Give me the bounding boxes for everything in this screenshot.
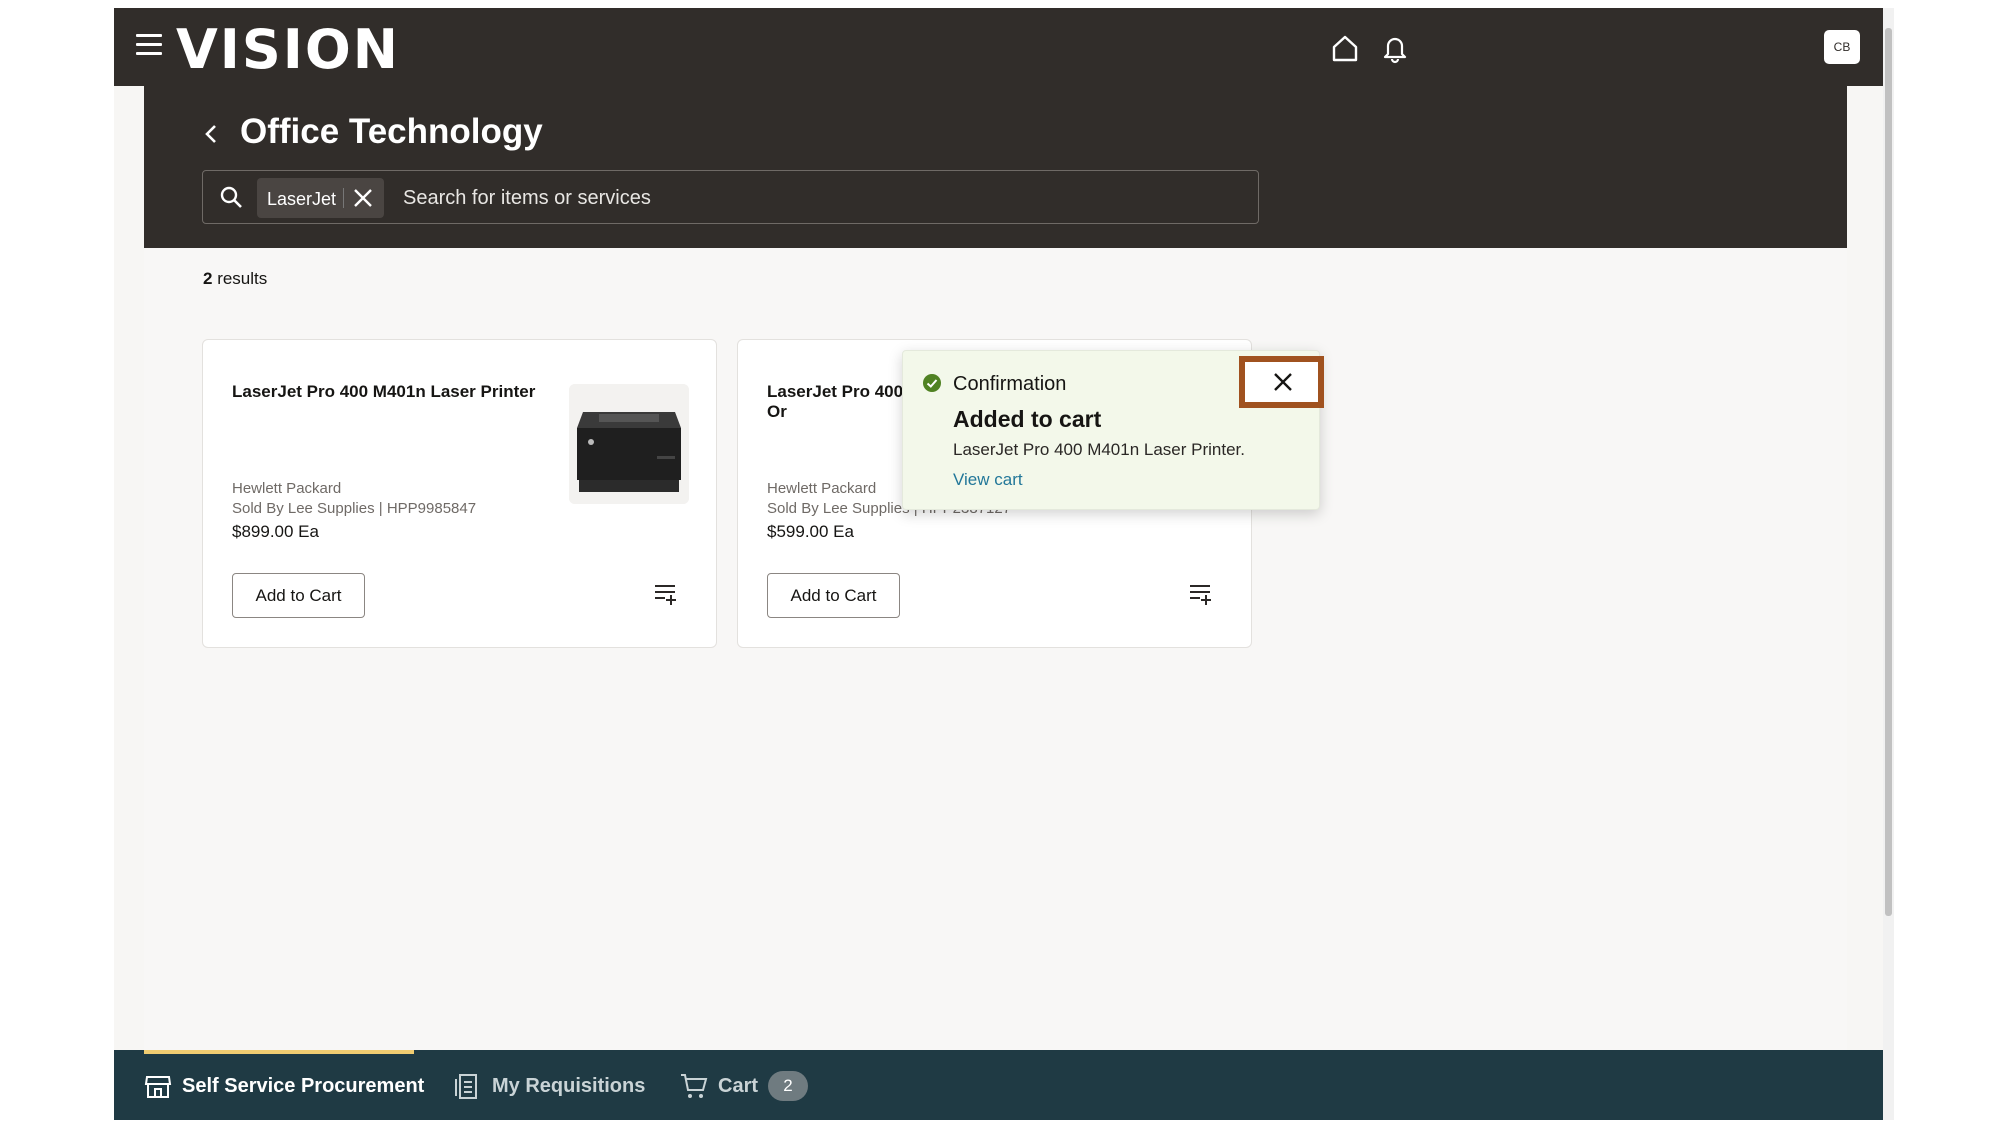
product-seller: Sold By Lee Supplies | HPP9985847 xyxy=(232,500,477,517)
top-bar: VISION CB xyxy=(114,8,1894,86)
store-icon xyxy=(144,1076,172,1098)
bottom-nav: Self Service Procurement My Requisitions… xyxy=(114,1050,1894,1120)
add-to-cart-button[interactable]: Add to Cart xyxy=(767,573,900,618)
search-filter-chip[interactable]: LaserJet xyxy=(257,178,384,218)
requisitions-icon xyxy=(455,1074,477,1099)
search-bar[interactable]: LaserJet xyxy=(202,170,1259,224)
nav-label: Self Service Procurement xyxy=(182,1075,425,1097)
product-brand: Hewlett Packard xyxy=(232,480,342,497)
nav-my-requisitions[interactable]: My Requisitions xyxy=(454,1050,646,1120)
nav-label: My Requisitions xyxy=(492,1075,646,1097)
view-cart-link[interactable]: View cart xyxy=(953,470,1023,490)
toast-heading: Confirmation xyxy=(953,373,1067,395)
add-to-list-icon[interactable] xyxy=(653,583,679,605)
search-icon[interactable] xyxy=(219,185,243,209)
avatar[interactable]: CB xyxy=(1824,30,1860,64)
bell-icon[interactable] xyxy=(1379,32,1411,64)
confirmation-toast: Confirmation Added to cart LaserJet Pro … xyxy=(902,350,1324,510)
toast-close-button[interactable] xyxy=(1239,356,1324,408)
close-icon[interactable] xyxy=(1274,373,1292,391)
scrollbar-thumb[interactable] xyxy=(1885,28,1892,916)
product-price: $599.00 Ea xyxy=(767,522,854,541)
add-to-list-icon[interactable] xyxy=(1188,583,1214,605)
chip-label: LaserJet xyxy=(267,189,337,209)
nav-self-service-procurement[interactable]: Self Service Procurement xyxy=(144,1050,424,1120)
nav-label: Cart xyxy=(718,1075,759,1097)
cart-icon xyxy=(681,1074,708,1098)
page-header: Office Technology LaserJet xyxy=(144,86,1847,248)
search-input[interactable] xyxy=(403,181,1223,215)
success-check-icon xyxy=(923,374,941,392)
cart-count-badge: 2 xyxy=(768,1071,808,1101)
chip-divider xyxy=(343,188,344,208)
printer-image[interactable] xyxy=(569,384,689,504)
product-price: $899.00 Ea xyxy=(232,522,319,541)
results-count: 2 results xyxy=(203,269,268,288)
toast-message: LaserJet Pro 400 M401n Laser Printer. xyxy=(953,440,1245,459)
close-icon[interactable] xyxy=(351,186,375,210)
product-title[interactable]: LaserJet Pro 400 M401n Laser Printer xyxy=(232,382,552,402)
page-title: Office Technology xyxy=(240,112,543,151)
menu-icon[interactable] xyxy=(136,34,164,58)
product-card[interactable]: LaserJet Pro 400 M401n Laser Printer Hew… xyxy=(202,339,717,648)
home-icon[interactable] xyxy=(1329,32,1361,64)
product-brand: Hewlett Packard xyxy=(767,480,877,497)
vision-logo[interactable]: VISION xyxy=(176,18,400,81)
app-window: VISION CB Office Technology LaserJet Sea… xyxy=(114,8,1894,1120)
back-icon[interactable] xyxy=(200,122,224,146)
add-to-cart-button[interactable]: Add to Cart xyxy=(232,573,365,618)
toast-title: Added to cart xyxy=(953,406,1102,432)
